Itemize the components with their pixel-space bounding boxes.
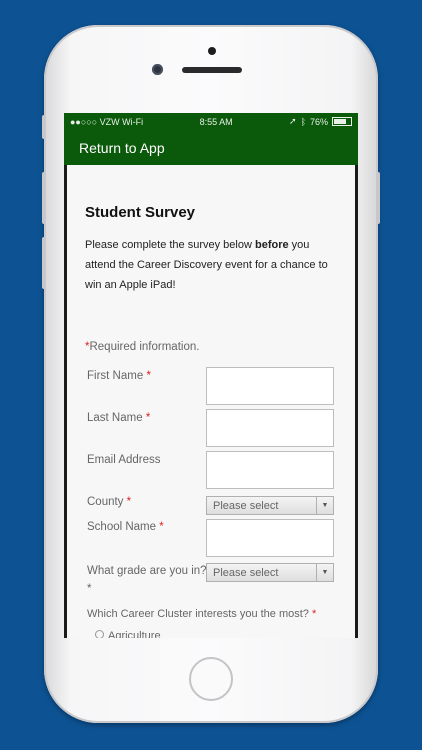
school-name-label: School Name * bbox=[87, 521, 164, 533]
survey-page: Student Survey Please complete the surve… bbox=[67, 165, 355, 638]
grade-select[interactable]: Please select ▼ bbox=[206, 563, 334, 582]
last-name-label: Last Name * bbox=[87, 412, 151, 424]
email-field[interactable] bbox=[206, 451, 334, 489]
carrier-signal: ●●○○○ VZW Wi-Fi bbox=[70, 116, 144, 127]
location-icon: ➚ bbox=[289, 116, 297, 126]
survey-intro: Please complete the survey below before … bbox=[85, 239, 328, 291]
battery-percent: 76% bbox=[309, 116, 328, 127]
silent-switch bbox=[42, 115, 46, 139]
first-name-field[interactable] bbox=[206, 367, 334, 405]
phone-screen: ●●○○○ VZW Wi-Fi 8:55 AM ➚ ᛒ 76% Return t… bbox=[64, 113, 358, 638]
front-camera bbox=[152, 64, 163, 75]
status-bar: ●●○○○ VZW Wi-Fi 8:55 AM ➚ ᛒ 76% bbox=[64, 113, 358, 130]
chevron-down-icon: ▼ bbox=[316, 497, 333, 514]
last-name-field[interactable] bbox=[206, 409, 334, 447]
grade-label: What grade are you in? bbox=[87, 565, 207, 577]
power-button bbox=[376, 172, 380, 224]
county-select[interactable]: Please select ▼ bbox=[206, 496, 334, 515]
proximity-sensor bbox=[208, 47, 216, 55]
email-label: Email Address bbox=[87, 454, 161, 466]
radio-icon bbox=[95, 630, 104, 638]
cluster-option-agriculture[interactable]: Agriculture bbox=[95, 630, 161, 638]
status-right: ➚ ᛒ 76% bbox=[289, 116, 352, 127]
chevron-down-icon: ▼ bbox=[316, 564, 333, 581]
required-note: *Required information. bbox=[85, 341, 200, 353]
grade-required-star: * bbox=[87, 583, 92, 595]
earpiece-speaker bbox=[182, 67, 242, 73]
bluetooth-icon: ᛒ bbox=[300, 116, 306, 127]
county-label: County * bbox=[87, 496, 132, 508]
app-navbar: Return to App bbox=[64, 130, 358, 165]
career-cluster-label: Which Career Cluster interests you the m… bbox=[87, 608, 317, 620]
page-title: Student Survey bbox=[85, 204, 196, 221]
volume-down-button bbox=[42, 237, 46, 289]
home-button[interactable] bbox=[189, 657, 233, 701]
status-time: 8:55 AM bbox=[199, 116, 233, 127]
return-to-app-link[interactable]: Return to App bbox=[79, 140, 165, 156]
battery-icon bbox=[331, 117, 352, 126]
first-name-label: First Name * bbox=[87, 370, 151, 382]
volume-up-button bbox=[42, 172, 46, 224]
school-name-field[interactable] bbox=[206, 519, 334, 557]
